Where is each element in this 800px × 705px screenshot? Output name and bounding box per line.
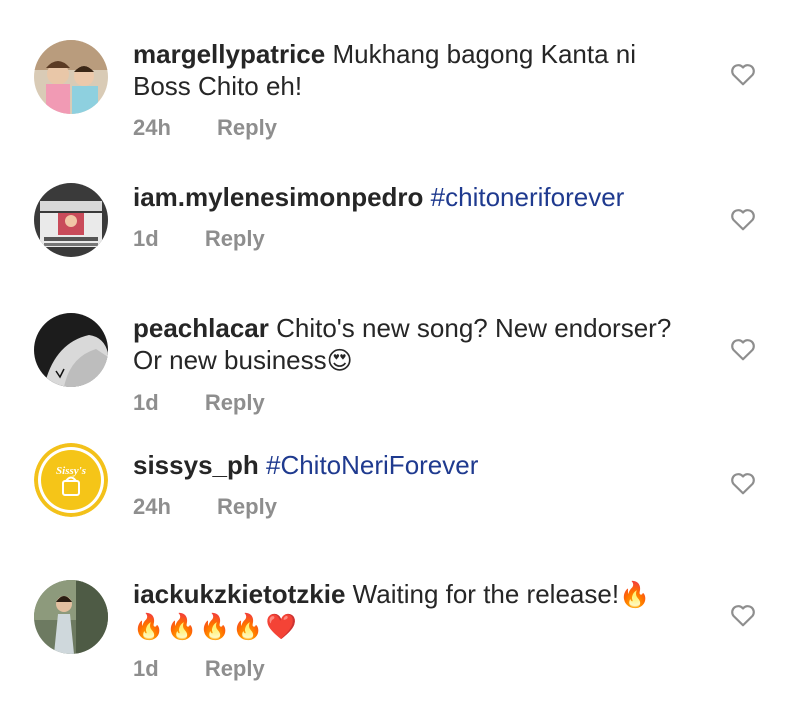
comment-timestamp: 24h — [133, 115, 171, 140]
comment-timestamp: 1d — [133, 226, 159, 251]
comment-username[interactable]: margellypatrice — [133, 39, 325, 69]
avatar[interactable] — [34, 40, 108, 114]
heart-outline-icon[interactable] — [730, 337, 758, 363]
comment-text: iackukzkietotzkie Waiting for the releas… — [133, 578, 693, 611]
avatar[interactable] — [34, 183, 108, 257]
heart-outline-icon[interactable] — [730, 471, 758, 497]
reply-button[interactable]: Reply — [205, 226, 265, 252]
comment-timestamp: 1d — [133, 656, 159, 681]
reply-button[interactable]: Reply — [217, 115, 277, 141]
heart-outline-icon[interactable] — [730, 603, 758, 629]
comment-text: iam.mylenesimonpedro #chitoneriforever — [133, 181, 693, 213]
comment-username[interactable]: peachlacar — [133, 313, 269, 343]
hashtag-link[interactable]: #chitoneriforever — [431, 182, 625, 212]
comment-timestamp: 1d — [133, 390, 159, 415]
heart-eyes-emoji: 😍 — [326, 347, 353, 375]
avatar-brand-text: Sissy's — [56, 465, 86, 477]
heart-outline-icon[interactable] — [730, 62, 758, 88]
avatar[interactable] — [34, 313, 108, 387]
comment-text: margellypatrice Mukhang bagong Kanta ni … — [133, 38, 693, 102]
fire-emoji: 🔥 — [619, 581, 651, 609]
avatar[interactable]: Sissy's — [34, 443, 108, 517]
comment-text: peachlacar Chito's new song? New endorse… — [133, 312, 693, 377]
reply-button[interactable]: Reply — [217, 494, 277, 520]
comment-username[interactable]: iackukzkietotzkie — [133, 579, 345, 609]
reply-button[interactable]: Reply — [205, 656, 265, 682]
emoji-line: 🔥🔥🔥🔥❤️ — [133, 613, 299, 641]
comment-body: Waiting for the release! — [352, 579, 620, 609]
heart-outline-icon[interactable] — [730, 207, 758, 233]
comment-timestamp: 24h — [133, 494, 171, 519]
reply-button[interactable]: Reply — [205, 390, 265, 416]
comment-username[interactable]: sissys_ph — [133, 450, 259, 480]
comment-text: sissys_ph #ChitoNeriForever — [133, 449, 693, 481]
comment-list: margellypatrice Mukhang bagong Kanta ni … — [0, 0, 800, 705]
avatar[interactable] — [34, 580, 108, 654]
comment-username[interactable]: iam.mylenesimonpedro — [133, 182, 423, 212]
hashtag-link[interactable]: #ChitoNeriForever — [266, 450, 478, 480]
